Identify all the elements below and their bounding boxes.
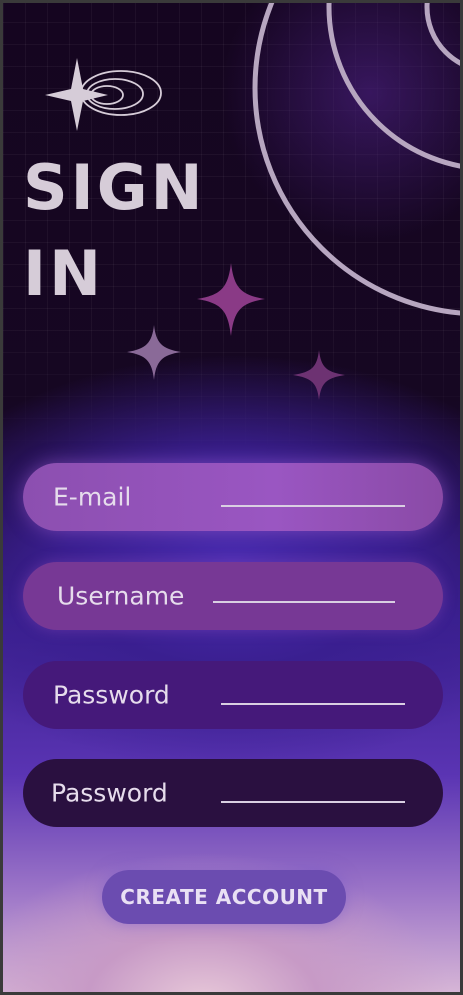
username-input-line[interactable] — [213, 601, 395, 603]
email-field-label: E-mail — [53, 482, 132, 512]
planet-orbit-icon — [45, 58, 162, 131]
password-input-line[interactable] — [221, 703, 405, 705]
username-field-label: Username — [57, 581, 185, 611]
email-input-line[interactable] — [221, 505, 405, 507]
sparkle-icon — [293, 350, 345, 400]
page-title: SIGN IN — [23, 151, 206, 310]
confirm-password-field-label: Password — [51, 778, 168, 808]
create-account-button[interactable]: CREATE ACCOUNT — [102, 870, 346, 924]
sparkle-icon — [197, 263, 265, 336]
password-field[interactable]: Password — [23, 661, 443, 729]
orbit-ring-small — [424, 3, 460, 66]
confirm-password-field[interactable]: Password — [23, 759, 443, 827]
password-field-label: Password — [53, 680, 170, 710]
username-field[interactable]: Username — [23, 562, 443, 630]
email-field[interactable]: E-mail — [23, 463, 443, 531]
orbit-ring-medium — [326, 3, 460, 169]
sign-in-screen: SIGN IN E-mail Username Password Passwor… — [3, 3, 460, 992]
sparkle-icon — [127, 325, 181, 380]
confirm-password-input-line[interactable] — [221, 801, 405, 803]
